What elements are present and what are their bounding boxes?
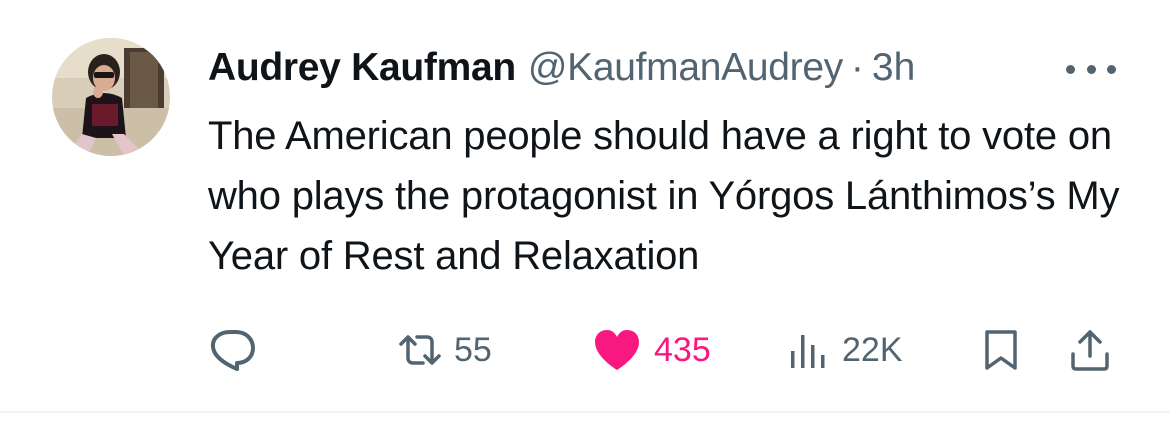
- more-dot: [1086, 64, 1096, 74]
- avatar[interactable]: [52, 38, 170, 156]
- author-handle[interactable]: @KaufmanAudrey: [528, 46, 843, 90]
- views-button[interactable]: 22K: [788, 322, 903, 378]
- tweet[interactable]: Audrey Kaufman @KaufmanAudrey · 3h The A…: [0, 0, 1170, 412]
- retweet-button[interactable]: 55: [398, 322, 492, 378]
- views-icon: [788, 329, 830, 371]
- more-dot: [1107, 64, 1116, 74]
- bookmark-button[interactable]: [982, 322, 1020, 378]
- divider: [0, 411, 1170, 413]
- bookmark-icon: [982, 328, 1020, 372]
- retweet-icon: [398, 330, 442, 370]
- views-count: 22K: [842, 330, 903, 369]
- like-count: 435: [654, 330, 711, 369]
- share-button[interactable]: [1068, 322, 1112, 378]
- like-button[interactable]: 435: [592, 322, 711, 378]
- more-dot: [1066, 64, 1075, 74]
- retweet-count: 55: [454, 330, 492, 369]
- reply-icon: [208, 327, 258, 373]
- more-options-icon[interactable]: [1066, 56, 1116, 82]
- action-bar: 55 435 22K: [0, 322, 1170, 378]
- tweet-text: The American people should have a right …: [208, 114, 1120, 278]
- timestamp[interactable]: 3h: [872, 46, 915, 90]
- reply-button[interactable]: [208, 322, 270, 378]
- author-name[interactable]: Audrey Kaufman: [208, 46, 516, 90]
- heart-icon: [592, 328, 642, 372]
- share-icon: [1068, 328, 1112, 372]
- separator-dot: ·: [850, 46, 864, 89]
- tweet-header: Audrey Kaufman @KaufmanAudrey · 3h: [208, 44, 915, 92]
